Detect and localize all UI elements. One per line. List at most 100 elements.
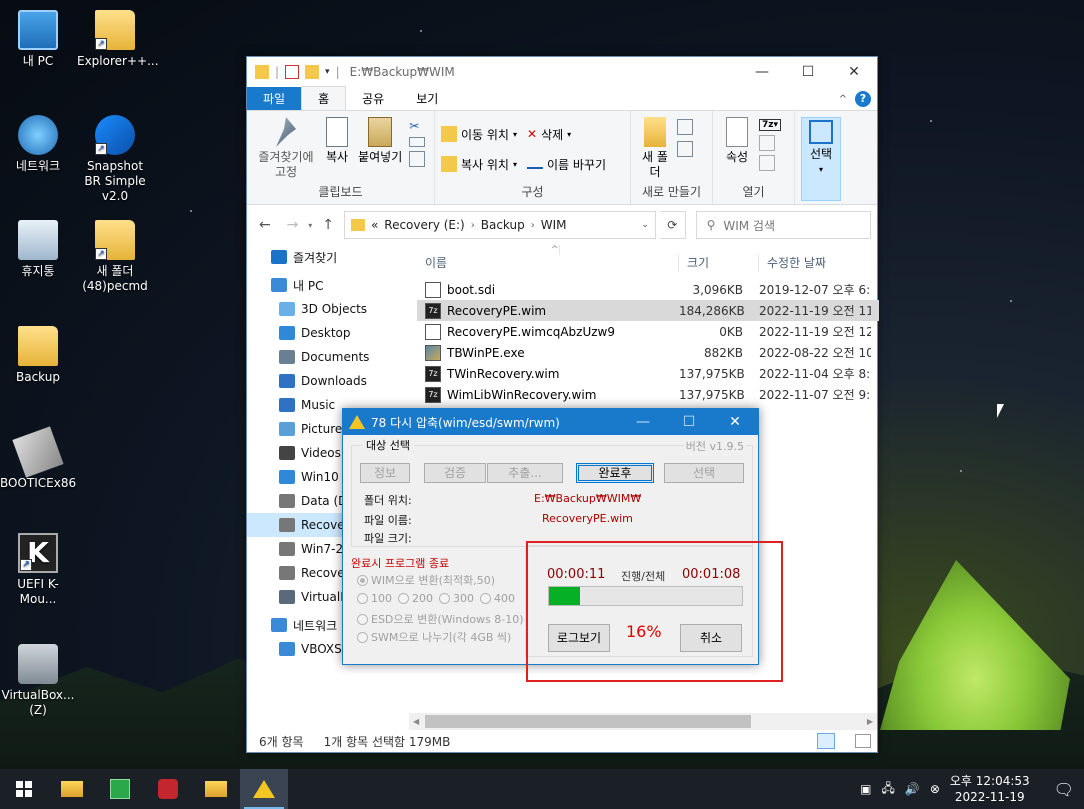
paste-button[interactable]: 붙여넣기 — [355, 115, 405, 183]
close-icon[interactable]: ✕ — [831, 57, 877, 87]
file-row[interactable]: RecoveryPE.wimcqAbzUzw9 0KB 2022-11-19 오전 … — [417, 321, 879, 342]
large-icons-view-icon[interactable] — [855, 734, 871, 748]
breadcrumb-overflow[interactable]: « — [371, 218, 378, 232]
chevron-down-icon[interactable]: ⌄ — [641, 220, 649, 230]
esd-convert-radio[interactable]: ESD으로 변환(Windows 8-10) — [357, 611, 524, 627]
nav-item[interactable]: 내 PC — [247, 273, 405, 297]
address-bar[interactable]: « Recovery (E:) › Backup › WIM ⌄ — [343, 211, 656, 239]
cut-icon[interactable]: ✂ — [409, 119, 425, 133]
package-icon[interactable]: ▣ — [860, 782, 871, 796]
tab-view[interactable]: 보기 — [400, 87, 454, 110]
level-200-radio[interactable]: 200 — [398, 592, 433, 605]
help-icon[interactable]: ? — [855, 91, 871, 107]
taskbar-explorer-2[interactable] — [192, 769, 240, 809]
file-row[interactable]: 7z TWinRecovery.wim 137,975KB 2022-11-04 오후… — [417, 363, 879, 384]
new-folder-button[interactable]: 새 폴더 — [637, 115, 673, 183]
nav-item[interactable]: 즐겨찾기 — [247, 245, 405, 269]
level-100-radio[interactable]: 100 — [357, 592, 392, 605]
file-row[interactable]: 7z RecoveryPE.wim 184,286KB 2022-11-19 오전 1… — [417, 300, 879, 321]
maximize-icon[interactable]: ☐ — [666, 414, 712, 430]
info-button[interactable]: 정보 — [360, 463, 410, 483]
close-icon[interactable]: ✕ — [712, 414, 758, 430]
breadcrumb-item[interactable]: WIM — [541, 218, 567, 232]
column-name[interactable]: 이름 — [417, 253, 679, 271]
7z-open-icon[interactable]: 7z▾ — [759, 119, 782, 131]
nav-item[interactable]: 3D Objects — [247, 297, 405, 321]
desktop-icon-network[interactable]: 네트워크 — [0, 115, 76, 174]
file-row[interactable]: TBWinPE.exe 882KB 2022-08-22 오전 10: — [417, 342, 879, 363]
properties-button[interactable]: 속성 — [719, 115, 755, 183]
extract-button[interactable]: 추출... — [487, 463, 563, 483]
move-to-button[interactable]: 이동 위치 ▾ — [441, 123, 517, 145]
recent-dropdown-icon[interactable]: ▾ — [308, 221, 312, 230]
refresh-icon[interactable]: ⟳ — [659, 211, 686, 239]
breadcrumb-item[interactable]: Backup — [481, 218, 525, 232]
horizontal-scrollbar[interactable]: ◀ ▶ — [409, 713, 877, 730]
paste-shortcut-icon[interactable] — [409, 151, 426, 167]
breadcrumb-item[interactable]: Recovery (E:) — [384, 218, 464, 232]
tab-home[interactable]: 홈 — [301, 86, 347, 110]
select-button[interactable]: 선택 ▾ — [801, 117, 841, 201]
desktop-icon-uefi[interactable]: K ↗ UEFI K-Mou... — [0, 533, 76, 607]
file-row[interactable]: 7z WimLibWinRecovery.wim 137,975KB 2022-11-… — [417, 384, 879, 405]
disabled-icon[interactable]: ⊗ — [930, 782, 940, 796]
tab-share[interactable]: 공유 — [346, 87, 400, 110]
scroll-right-icon[interactable]: ▶ — [867, 717, 873, 726]
swm-split-radio[interactable]: SWM으로 나누기(각 4GB 씩) — [357, 629, 511, 645]
desktop-icon-explorerpp[interactable]: ↗ Explorer++... — [77, 10, 159, 69]
history-icon[interactable] — [759, 155, 775, 171]
desktop-icon-virtualbox[interactable]: VirtualBox... (Z) — [0, 644, 76, 718]
back-arrow-icon[interactable]: ← — [253, 217, 277, 233]
pin-button[interactable]: 즐겨찾기에 고정 — [253, 115, 319, 183]
verify-button[interactable]: 검증 — [424, 463, 486, 483]
edit-icon[interactable] — [759, 135, 775, 151]
taskbar-recompress-app[interactable] — [240, 769, 288, 809]
copy-path-icon[interactable] — [409, 137, 426, 147]
network-tray-icon[interactable]: 🖧 — [881, 779, 894, 800]
level-400-radio[interactable]: 400 — [480, 592, 515, 605]
easy-access-icon[interactable] — [677, 141, 693, 157]
maximize-icon[interactable]: ☐ — [785, 57, 831, 87]
clock[interactable]: 오후 12:04:53 2022-11-19 — [950, 773, 1030, 805]
wim-convert-radio[interactable]: WIM으로 변환(최적화,50) — [357, 572, 495, 588]
notification-icon[interactable]: 🗨 — [1054, 780, 1074, 799]
minimize-icon[interactable]: — — [739, 57, 785, 87]
column-modified[interactable]: 수정한 날짜 — [759, 254, 879, 271]
file-row[interactable]: boot.sdi 3,096KB 2019-12-07 오후 6:1 — [417, 279, 879, 300]
taskbar-explorer[interactable] — [48, 769, 96, 809]
scroll-thumb[interactable] — [425, 715, 751, 728]
taskbar-app-green[interactable] — [96, 769, 144, 809]
desktop-icon-recycle-bin[interactable]: 휴지통 — [0, 220, 76, 279]
new-item-icon[interactable] — [677, 119, 693, 135]
level-300-radio[interactable]: 300 — [439, 592, 474, 605]
desktop-icon-new-folder[interactable]: ↗ 새 폴더 (48)pecmd — [77, 220, 153, 294]
nav-item[interactable]: Downloads — [247, 369, 405, 393]
taskbar-app-red[interactable] — [144, 769, 192, 809]
properties-icon[interactable] — [285, 65, 300, 79]
customize-dropdown-icon[interactable]: ▾ — [325, 67, 330, 77]
desktop-icon-this-pc[interactable]: 내 PC — [0, 10, 76, 69]
rename-button[interactable]: 이름 바꾸기 — [527, 153, 606, 175]
start-button[interactable] — [0, 769, 48, 809]
copy-to-button[interactable]: 복사 위치 ▾ — [441, 153, 517, 175]
desktop-icon-bootice[interactable]: BOOTICEx86 — [0, 426, 76, 491]
desktop-icon-snapshot[interactable]: ↗ Snapshot BR Simple v2.0 — [77, 115, 153, 204]
chevron-up-icon[interactable]: ^ — [839, 94, 847, 105]
minimize-icon[interactable]: — — [620, 414, 666, 430]
scroll-left-icon[interactable]: ◀ — [413, 717, 419, 726]
new-folder-icon[interactable] — [305, 65, 320, 79]
nav-item[interactable]: Desktop — [247, 321, 405, 345]
up-arrow-icon[interactable]: ↑ — [316, 217, 340, 233]
forward-arrow-icon[interactable]: → — [281, 217, 305, 233]
column-size[interactable]: 크기 — [679, 253, 759, 271]
delete-button[interactable]: ✕ 삭제 ▾ — [527, 123, 606, 145]
copy-button[interactable]: 복사 — [323, 115, 351, 183]
nav-item[interactable]: Documents — [247, 345, 405, 369]
tab-file[interactable]: 파일 — [247, 87, 302, 110]
desktop-icon-backup[interactable]: Backup — [0, 326, 76, 385]
search-input[interactable]: ⚲ WIM 검색 — [695, 211, 872, 239]
details-view-icon[interactable] — [817, 733, 835, 749]
after-done-button[interactable]: 완료후 — [576, 463, 654, 483]
volume-icon[interactable]: 🔊 — [905, 782, 920, 796]
select-button[interactable]: 선택 — [664, 463, 744, 483]
